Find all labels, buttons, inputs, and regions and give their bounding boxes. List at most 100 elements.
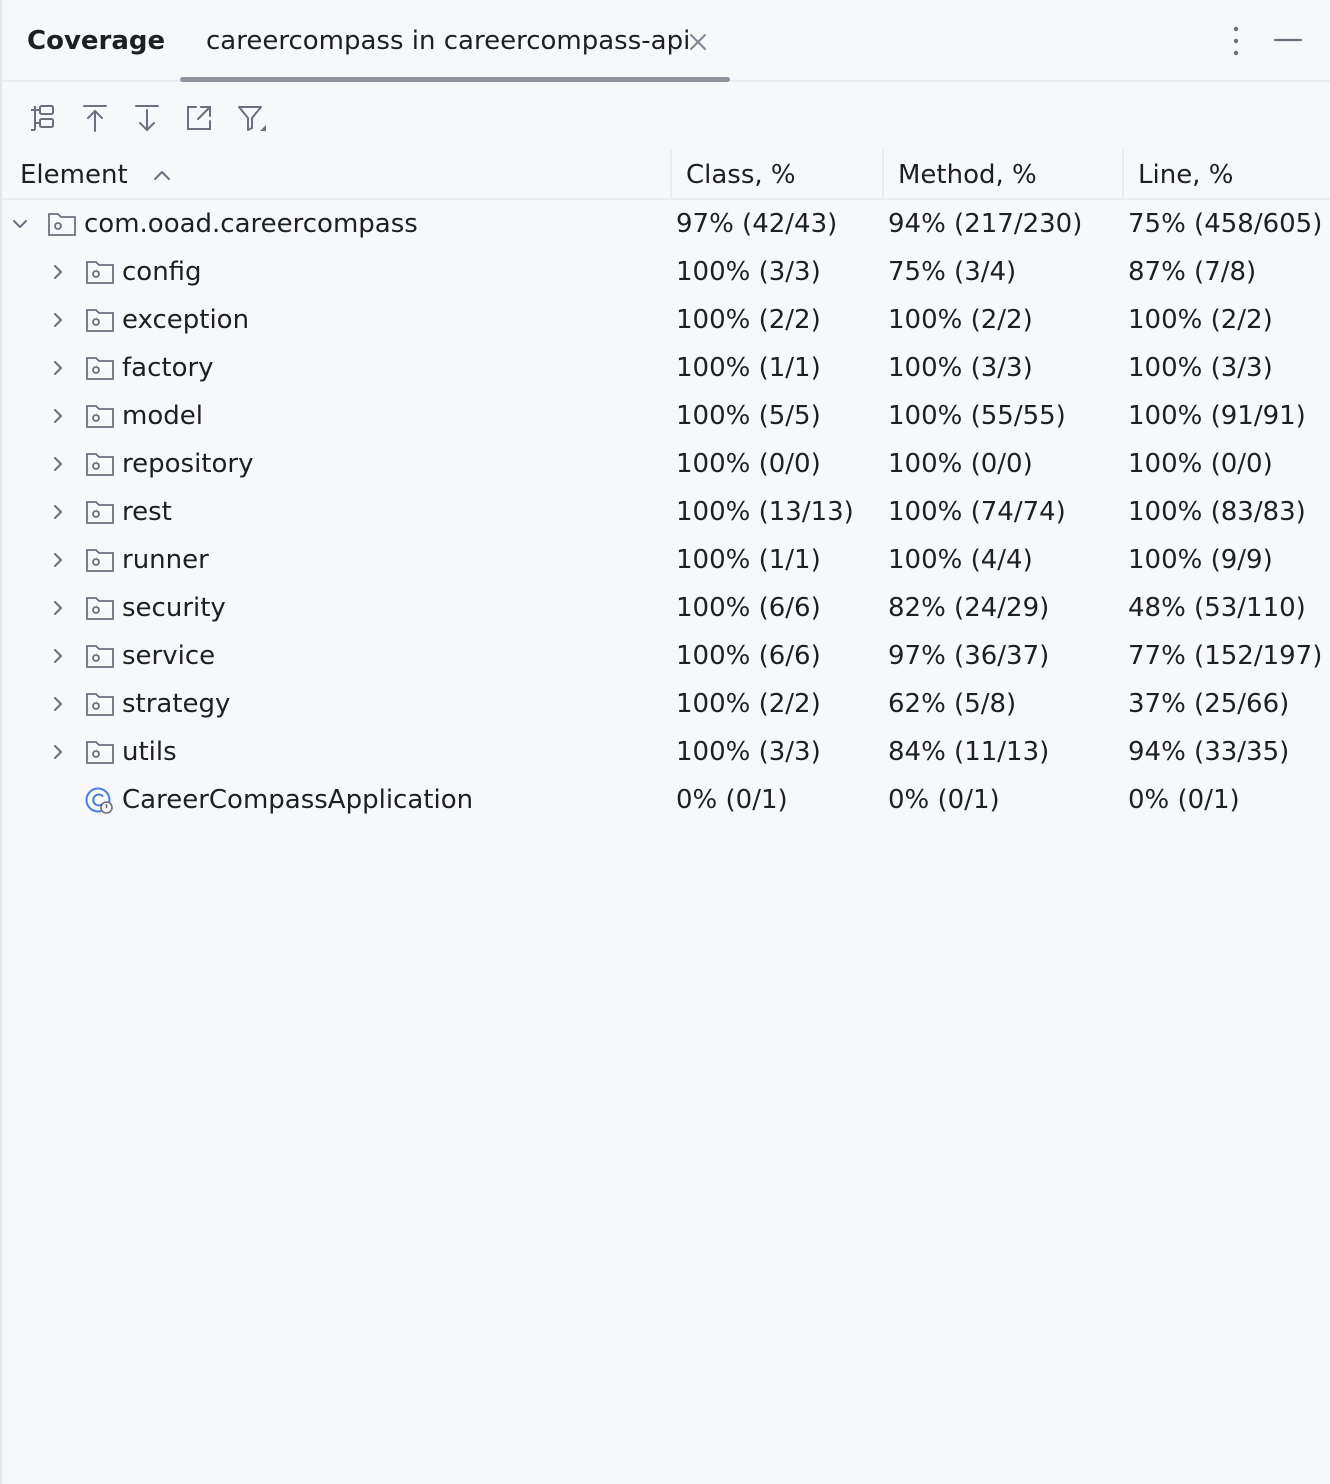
column-divider[interactable]	[1122, 150, 1124, 198]
table-row[interactable]: exception 100% (2/2) 100% (2/2) 100% (2/2)	[2, 296, 1330, 344]
flatten-packages-icon	[31, 105, 54, 131]
flatten-packages-button[interactable]	[23, 98, 63, 138]
line-coverage: 100% (0/0)	[1128, 449, 1273, 479]
chevron-right-icon[interactable]	[46, 548, 70, 572]
line-coverage: 100% (83/83)	[1128, 497, 1306, 527]
method-coverage: 97% (36/37)	[888, 641, 1050, 671]
node-label: service	[122, 641, 216, 671]
chevron-right-icon[interactable]	[46, 500, 70, 524]
class-coverage: 100% (6/6)	[676, 641, 821, 671]
method-coverage: 0% (0/1)	[888, 785, 1000, 815]
coverage-tree-table: com.ooad.careercompass 97% (42/43) 94% (…	[2, 200, 1330, 824]
minimize-icon[interactable]	[1272, 28, 1304, 52]
method-coverage: 100% (55/55)	[888, 401, 1066, 431]
chevron-right-icon[interactable]	[46, 740, 70, 764]
more-vertical-icon[interactable]	[1224, 24, 1248, 58]
class-coverage: 100% (1/1)	[676, 353, 821, 383]
node-label: CareerCompassApplication	[122, 785, 474, 815]
chevron-right-icon[interactable]	[46, 404, 70, 428]
table-row[interactable]: utils 100% (3/3) 84% (11/13) 94% (33/35)	[2, 728, 1330, 776]
package-folder-icon	[86, 309, 114, 332]
navigate-down-button[interactable]	[127, 98, 167, 138]
package-folder-icon	[86, 453, 114, 476]
sort-ascending-icon	[154, 171, 170, 180]
node-label: config	[122, 257, 202, 287]
table-row[interactable]: runner 100% (1/1) 100% (4/4) 100% (9/9)	[2, 536, 1330, 584]
package-folder-icon	[86, 405, 114, 428]
node-label: rest	[122, 497, 172, 527]
table-row[interactable]: rest 100% (13/13) 100% (74/74) 100% (83/83)	[2, 488, 1330, 536]
chevron-right-icon[interactable]	[46, 308, 70, 332]
node-label: strategy	[122, 689, 231, 719]
tab-bar: Coverage careercompass in careercompass-…	[2, 0, 1330, 82]
class-coverage: 97% (42/43)	[676, 209, 838, 239]
chevron-right-icon[interactable]	[46, 644, 70, 668]
package-folder-icon	[86, 645, 114, 668]
method-coverage: 82% (24/29)	[888, 593, 1050, 623]
method-coverage: 94% (217/230)	[888, 209, 1083, 239]
chevron-right-icon[interactable]	[46, 260, 70, 284]
tab-label: careercompass in careercompass-api	[206, 26, 691, 56]
class-coverage: 100% (2/2)	[676, 305, 821, 335]
class-coverage: 100% (6/6)	[676, 593, 821, 623]
line-coverage: 75% (458/605)	[1128, 209, 1323, 239]
column-divider[interactable]	[882, 150, 884, 198]
method-coverage: 75% (3/4)	[888, 257, 1017, 287]
line-coverage: 100% (9/9)	[1128, 545, 1273, 575]
package-folder-icon	[86, 357, 114, 380]
column-header-method[interactable]: Method, %	[898, 150, 1122, 200]
method-coverage: 100% (2/2)	[888, 305, 1033, 335]
chevron-right-icon[interactable]	[46, 356, 70, 380]
filter-icon	[238, 106, 266, 131]
navigate-down-icon	[135, 105, 159, 132]
coverage-tool-window: Coverage careercompass in careercompass-…	[0, 0, 1330, 1484]
export-icon	[187, 106, 211, 130]
package-folder-icon	[48, 213, 76, 236]
chevron-right-icon[interactable]	[46, 452, 70, 476]
class-coverage: 100% (3/3)	[676, 257, 821, 287]
node-label: com.ooad.careercompass	[84, 209, 418, 239]
line-coverage: 48% (53/110)	[1128, 593, 1306, 623]
class-coverage: 100% (5/5)	[676, 401, 821, 431]
table-row[interactable]: model 100% (5/5) 100% (55/55) 100% (91/91)	[2, 392, 1330, 440]
navigate-up-button[interactable]	[75, 98, 115, 138]
column-divider[interactable]	[670, 150, 672, 198]
chevron-right-icon[interactable]	[46, 692, 70, 716]
class-coverage: 100% (13/13)	[676, 497, 854, 527]
column-header-line[interactable]: Line, %	[1138, 150, 1328, 200]
class-coverage: 0% (0/1)	[676, 785, 788, 815]
line-coverage: 100% (2/2)	[1128, 305, 1273, 335]
class-coverage: 100% (0/0)	[676, 449, 821, 479]
table-row[interactable]: config 100% (3/3) 75% (3/4) 87% (7/8)	[2, 248, 1330, 296]
table-row-root[interactable]: com.ooad.careercompass 97% (42/43) 94% (…	[2, 200, 1330, 248]
method-coverage: 62% (5/8)	[888, 689, 1017, 719]
table-row[interactable]: security 100% (6/6) 82% (24/29) 48% (53/110…	[2, 584, 1330, 632]
line-coverage: 100% (3/3)	[1128, 353, 1273, 383]
table-row[interactable]: service 100% (6/6) 97% (36/37) 77% (152/197…	[2, 632, 1330, 680]
chevron-right-icon[interactable]	[46, 596, 70, 620]
method-coverage: 84% (11/13)	[888, 737, 1050, 767]
column-header-class[interactable]: Class, %	[686, 150, 882, 200]
export-button[interactable]	[179, 98, 219, 138]
package-folder-icon	[86, 261, 114, 284]
chevron-down-icon[interactable]	[8, 212, 32, 236]
line-coverage: 94% (33/35)	[1128, 737, 1290, 767]
line-coverage: 37% (25/66)	[1128, 689, 1290, 719]
method-coverage: 100% (0/0)	[888, 449, 1033, 479]
table-row[interactable]: repository 100% (0/0) 100% (0/0) 100% (0/0)	[2, 440, 1330, 488]
line-coverage: 87% (7/8)	[1128, 257, 1257, 287]
navigate-up-icon	[83, 105, 107, 132]
node-label: model	[122, 401, 203, 431]
package-folder-icon	[86, 741, 114, 764]
close-icon[interactable]	[686, 30, 710, 54]
tab-coverage-suite[interactable]: careercompass in careercompass-api	[180, 0, 730, 82]
package-folder-icon	[86, 549, 114, 572]
filter-button[interactable]	[231, 98, 271, 138]
spring-boot-class-icon	[85, 787, 113, 814]
table-row[interactable]: strategy 100% (2/2) 62% (5/8) 37% (25/66)	[2, 680, 1330, 728]
class-coverage: 100% (1/1)	[676, 545, 821, 575]
column-header-element[interactable]: Element	[20, 150, 670, 200]
node-label: exception	[122, 305, 250, 335]
table-row-application-class[interactable]: CareerCompassApplication 0% (0/1) 0% (0/…	[2, 776, 1330, 824]
table-row[interactable]: factory 100% (1/1) 100% (3/3) 100% (3/3)	[2, 344, 1330, 392]
